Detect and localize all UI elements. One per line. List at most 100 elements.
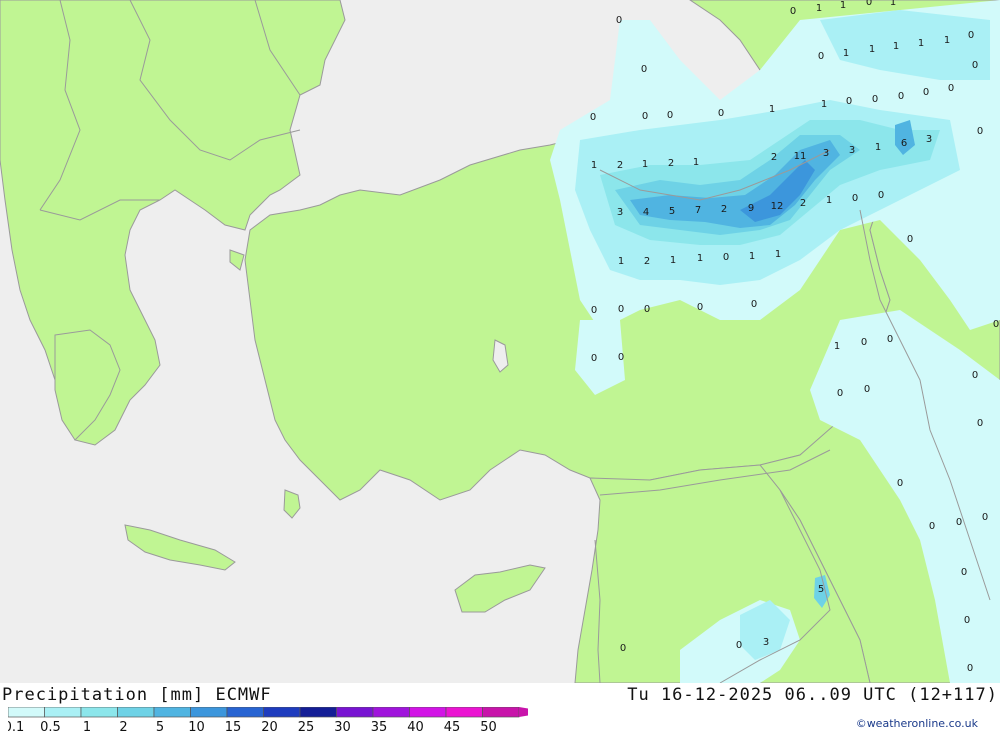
legend-tick: 1 (83, 720, 91, 733)
precip-value-label: 1 (890, 0, 896, 8)
legend-color-box (226, 707, 264, 718)
precip-value-label: 0 (967, 663, 973, 674)
legend-tick: 0.5 (40, 720, 61, 733)
precip-value-label: 0 (864, 384, 870, 395)
map-footer: Precipitation [mm] ECMWF Tu 16-12-2025 0… (0, 683, 1000, 733)
source-credit: ©weatheronline.co.uk (855, 717, 978, 730)
precip-value-label: 0 (861, 337, 867, 348)
precip-value-label: 3 (823, 148, 829, 159)
precip-value-label: 0 (982, 512, 988, 523)
precip-value-label: 5 (818, 584, 824, 595)
precip-value-label: 0 (790, 6, 796, 17)
precip-value-label: 1 (749, 251, 755, 262)
legend-color-box (80, 707, 118, 718)
precip-value-label: 1 (775, 249, 781, 260)
precip-value-label: 1 (618, 256, 624, 267)
precip-value-label: 2 (644, 256, 650, 267)
legend-color-box (299, 707, 337, 718)
precip-value-label: 4 (643, 207, 649, 218)
precip-value-label: 5 (669, 206, 675, 217)
legend-tick: 2 (119, 720, 127, 733)
precip-value-label: 0 (907, 234, 913, 245)
precip-value-label: 1 (826, 195, 832, 206)
precip-value-label: 2 (617, 160, 623, 171)
legend-tick: 45 (444, 720, 461, 733)
precip-value-label: 0 (964, 615, 970, 626)
precip-value-label: 12 (771, 201, 784, 212)
precip-value-label: 0 (972, 60, 978, 71)
precip-value-label: 1 (840, 0, 846, 11)
precip-value-label: 7 (695, 205, 701, 216)
legend-color-box (117, 707, 155, 718)
precip-value-label: 1 (834, 341, 840, 352)
precip-value-label: 1 (918, 38, 924, 49)
precip-value-label: 0 (948, 83, 954, 94)
precip-value-label: 0 (898, 91, 904, 102)
precip-value-label: 0 (872, 94, 878, 105)
precip-value-label: 0 (866, 0, 872, 8)
legend-overflow-arrow (519, 707, 528, 717)
legend-tick: 30 (334, 720, 351, 733)
precip-value-label: 3 (849, 145, 855, 156)
precip-value-label: 0 (887, 334, 893, 345)
precip-value-label: 0 (897, 478, 903, 489)
precip-value-label: 1 (670, 255, 676, 266)
precip-value-label: 1 (697, 253, 703, 264)
precip-value-label: 3 (763, 637, 769, 648)
precip-value-label: 1 (843, 48, 849, 59)
precip-value-label: 11 (794, 151, 807, 162)
precip-value-label: 2 (668, 158, 674, 169)
legend-color-box (263, 707, 301, 718)
precip-value-label: 0 (723, 252, 729, 263)
legend-color-box (409, 707, 447, 718)
legend-tick: 0.1 (8, 720, 24, 733)
precip-value-label: 0 (616, 15, 622, 26)
legend-tick: 35 (371, 720, 388, 733)
legend-color-box (336, 707, 374, 718)
legend-color-box (445, 707, 483, 718)
legend-tick: 40 (407, 720, 424, 733)
precip-value-label: 0 (961, 567, 967, 578)
precip-value-label: 0 (972, 370, 978, 381)
legend-color-box (482, 707, 520, 718)
legend-tick: 20 (261, 720, 278, 733)
precip-value-label: 1 (642, 159, 648, 170)
precip-value-label: 0 (641, 64, 647, 75)
precip-value-label: 0 (929, 521, 935, 532)
legend-tick: 50 (480, 720, 497, 733)
precip-value-label: 0 (977, 418, 983, 429)
legend-color-box (44, 707, 82, 718)
precip-value-label: 2 (721, 204, 727, 215)
precip-value-label: 0 (923, 87, 929, 98)
precip-value-label: 1 (591, 160, 597, 171)
precip-value-label: 0 (852, 193, 858, 204)
legend-tick: 15 (225, 720, 242, 733)
precip-value-label: 2 (771, 152, 777, 163)
precip-value-label: 9 (748, 203, 754, 214)
precip-value-label: 6 (901, 138, 907, 149)
precip-value-label: 0 (736, 640, 742, 651)
map-title: Precipitation [mm] ECMWF (2, 685, 272, 705)
precip-value-label: 3 (617, 207, 623, 218)
precip-value-label: 0 (642, 111, 648, 122)
legend-tick: 5 (156, 720, 164, 733)
precip-value-label: 2 (800, 198, 806, 209)
legend-tick: 10 (188, 720, 205, 733)
precip-value-label: 1 (893, 41, 899, 52)
legend-tick-labels: 0.10.5125101520253035404550 (8, 720, 497, 733)
valid-time: Tu 16-12-2025 06..09 UTC (12+117) (627, 685, 998, 705)
precip-value-label: 0 (620, 643, 626, 654)
precip-value-label: 1 (875, 142, 881, 153)
precip-value-label: 0 (697, 302, 703, 313)
precip-value-label: 0 (644, 304, 650, 315)
precip-value-label: 1 (693, 157, 699, 168)
precip-value-label: 0 (818, 51, 824, 62)
precip-value-label: 0 (993, 319, 999, 330)
color-legend: 0.10.5125101520253035404550 (8, 707, 528, 733)
legend-tick: 25 (298, 720, 315, 733)
precip-value-label: 1 (769, 104, 775, 115)
precip-value-label: 0 (751, 299, 757, 310)
precip-value-label: 0 (878, 190, 884, 201)
precip-value-label: 1 (944, 35, 950, 46)
precip-value-label: 1 (869, 44, 875, 55)
